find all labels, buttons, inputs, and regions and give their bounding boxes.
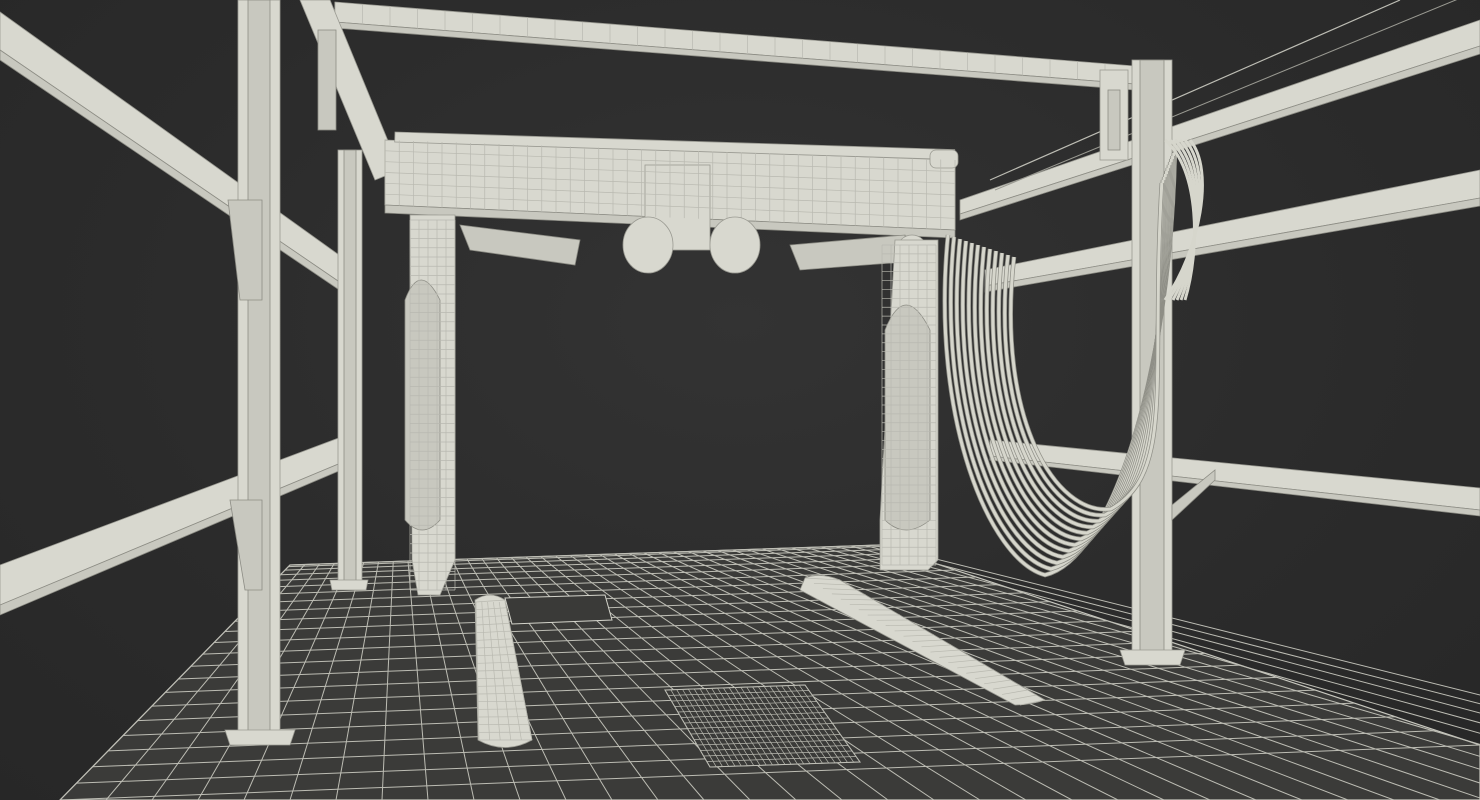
gantry-right-leg [879, 239, 939, 571]
right-rear-post [1099, 69, 1129, 161]
right-low-rail [989, 439, 1480, 517]
wireframe-viewport [0, 0, 1480, 800]
floor-plate [504, 594, 613, 625]
right-front-post [1119, 59, 1216, 666]
gantry-left-leg [404, 214, 456, 596]
left-upper-rail [0, 11, 361, 305]
left-rear-post [329, 149, 369, 591]
top-rear-rail [334, 1, 1161, 93]
car-wash-gantry-model [0, 0, 1480, 800]
